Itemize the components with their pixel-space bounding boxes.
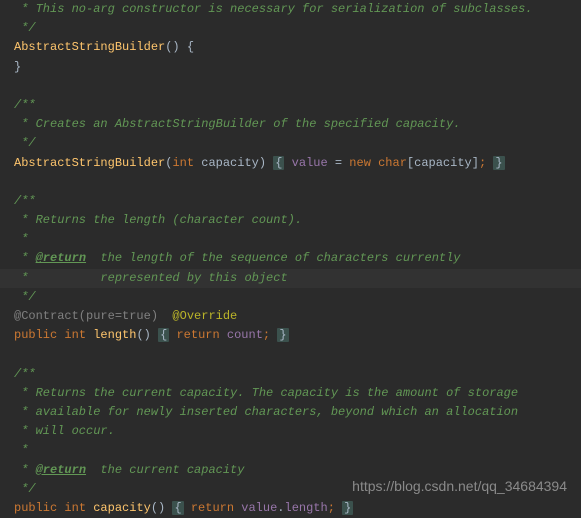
length-prop: length [285, 501, 328, 515]
rparen: ) [259, 156, 266, 170]
comment: * This no-arg constructor is necessary f… [14, 2, 532, 16]
comment: /** [14, 367, 36, 381]
parens: () [165, 40, 179, 54]
comment: * available for newly inserted character… [14, 405, 518, 419]
semi: ; [479, 156, 486, 170]
override-annotation: @Override [158, 309, 237, 323]
keyword-public: public [14, 501, 57, 515]
parens: () [151, 501, 165, 515]
constructor-name: AbstractStringBuilder [14, 156, 165, 170]
field: value [292, 156, 328, 170]
field: value [234, 501, 277, 515]
comment: the current capacity [86, 463, 244, 477]
comment: * Returns the current capacity. The capa… [14, 386, 518, 400]
comment: * Creates an AbstractStringBuilder of th… [14, 117, 460, 131]
comment: /** [14, 194, 36, 208]
constructor-name: AbstractStringBuilder [14, 40, 165, 54]
brace: { [172, 501, 183, 515]
semi: ; [328, 501, 335, 515]
capacity-ref: capacity [414, 156, 472, 170]
comment: * [14, 232, 28, 246]
watermark: https://blog.csdn.net/qq_34684394 [352, 475, 567, 497]
return-type: int [57, 328, 86, 342]
comment: * [14, 463, 36, 477]
return-tag: @return [36, 463, 86, 477]
brace: { [158, 328, 169, 342]
contract-annotation: @Contract(pure=true) [14, 309, 158, 323]
keyword-new: new [349, 156, 371, 170]
comment: * will occur. [14, 424, 115, 438]
param-name: capacity [194, 156, 259, 170]
comment: the length of the sequence of characters… [86, 251, 460, 265]
comment: * [14, 251, 36, 265]
keyword-return: return [191, 501, 234, 515]
brace: { [273, 156, 284, 170]
rbracket: ] [472, 156, 479, 170]
brace: } [14, 60, 21, 74]
type-char: char [371, 156, 407, 170]
comment: */ [14, 290, 36, 304]
comment: * represented by this object [14, 271, 288, 285]
brace: } [493, 156, 504, 170]
return-type: int [57, 501, 86, 515]
eq: = [328, 156, 350, 170]
comment: */ [14, 21, 36, 35]
comment: * [14, 443, 28, 457]
comment: * Returns the length (character count). [14, 213, 302, 227]
keyword-return: return [176, 328, 219, 342]
comment: */ [14, 136, 36, 150]
comment: */ [14, 482, 36, 496]
field: count [220, 328, 263, 342]
method-name: capacity [86, 501, 151, 515]
brace: } [277, 328, 288, 342]
brace: } [342, 501, 353, 515]
method-name: length [86, 328, 136, 342]
brace: { [187, 40, 194, 54]
semi: ; [263, 328, 270, 342]
comment: /** [14, 98, 36, 112]
parens: () [136, 328, 150, 342]
param-type: int [172, 156, 194, 170]
code-editor[interactable]: * This no-arg constructor is necessary f… [14, 0, 567, 518]
return-tag: @return [36, 251, 86, 265]
dot: . [277, 501, 284, 515]
keyword-public: public [14, 328, 57, 342]
